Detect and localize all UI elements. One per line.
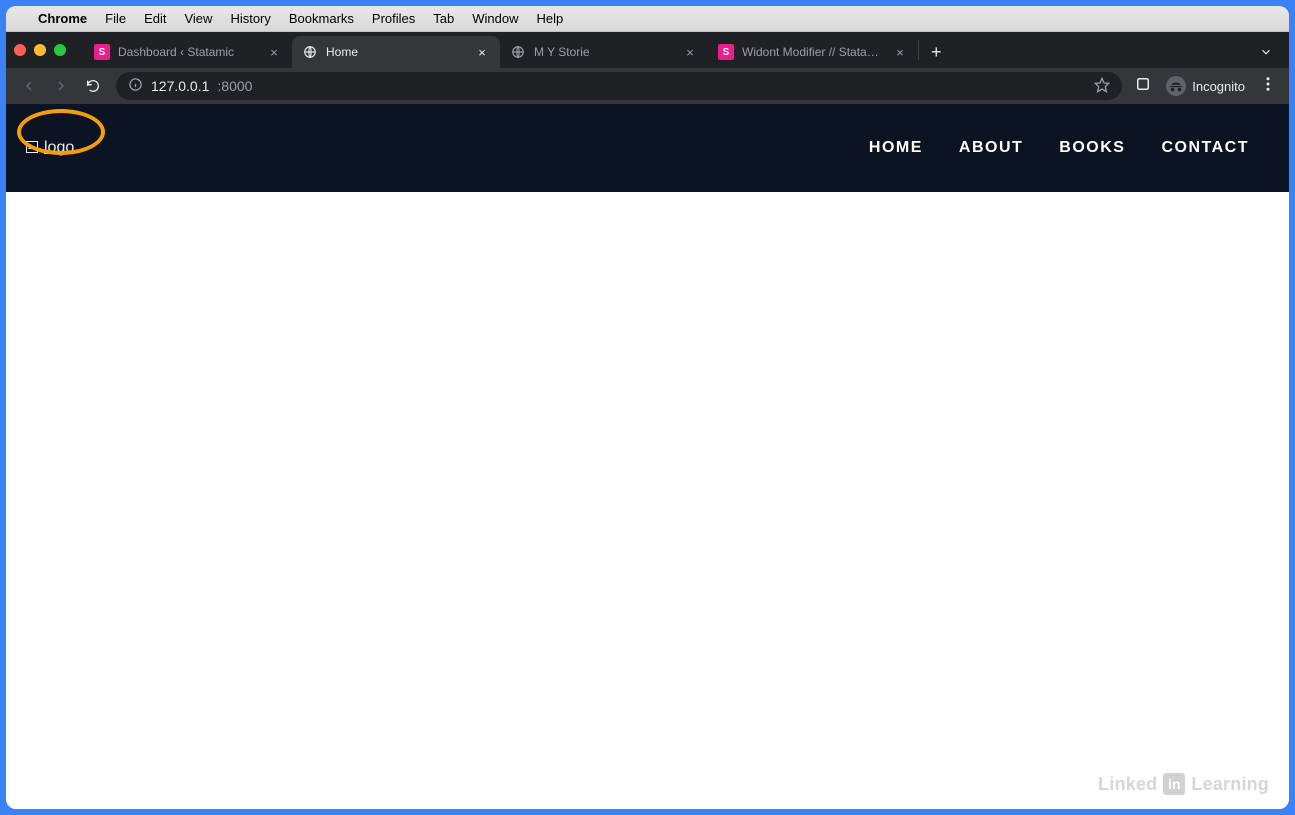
toolbar-right: Incognito xyxy=(1130,74,1281,98)
close-tab-icon[interactable]: × xyxy=(474,46,490,59)
back-button[interactable] xyxy=(20,77,38,95)
chrome-tab-strip: S Dashboard ‹ Statamic × Home × M Y Stor… xyxy=(6,32,1289,68)
extensions-icon[interactable] xyxy=(1134,75,1152,98)
minimize-window-button[interactable] xyxy=(34,44,46,56)
incognito-badge[interactable]: Incognito xyxy=(1162,74,1249,98)
close-tab-icon[interactable]: × xyxy=(266,46,282,59)
watermark-text: Linked xyxy=(1098,774,1157,795)
nav-about[interactable]: ABOUT xyxy=(959,139,1023,157)
tab-dashboard[interactable]: S Dashboard ‹ Statamic × xyxy=(84,36,292,68)
site-header: logo HOME ABOUT BOOKS CONTACT xyxy=(6,104,1289,192)
history-menu[interactable]: History xyxy=(230,11,270,26)
tab-widont[interactable]: S Widont Modifier // Statamic 3 D × xyxy=(708,36,918,68)
window-controls xyxy=(14,32,66,68)
incognito-icon xyxy=(1166,76,1186,96)
bookmark-star-icon[interactable] xyxy=(1094,77,1110,96)
nav-contact[interactable]: CONTACT xyxy=(1161,139,1249,157)
view-menu[interactable]: View xyxy=(184,11,212,26)
statamic-favicon-icon: S xyxy=(718,44,734,60)
chrome-toolbar: 127.0.0.1 :8000 Incognito xyxy=(6,68,1289,104)
tab-title: Dashboard ‹ Statamic xyxy=(118,45,258,59)
help-menu[interactable]: Help xyxy=(537,11,564,26)
nav-buttons xyxy=(14,77,108,95)
tab-home[interactable]: Home × xyxy=(292,36,500,68)
linkedin-in-icon: in xyxy=(1163,773,1185,795)
url-host: 127.0.0.1 xyxy=(151,78,209,94)
watermark-text: Learning xyxy=(1191,774,1269,795)
new-tab-button[interactable]: + xyxy=(919,36,954,68)
forward-button[interactable] xyxy=(52,77,70,95)
tab-title: Home xyxy=(326,45,466,59)
bookmarks-menu[interactable]: Bookmarks xyxy=(289,11,354,26)
chrome-menu-icon[interactable] xyxy=(1259,75,1277,98)
app-menu[interactable]: Chrome xyxy=(38,11,87,26)
close-tab-icon[interactable]: × xyxy=(682,46,698,59)
edit-menu[interactable]: Edit xyxy=(144,11,166,26)
statamic-favicon-icon: S xyxy=(94,44,110,60)
incognito-label: Incognito xyxy=(1192,79,1245,94)
file-menu[interactable]: File xyxy=(105,11,126,26)
tab-title: Widont Modifier // Statamic 3 D xyxy=(742,45,884,59)
site-logo[interactable]: logo xyxy=(26,139,74,157)
nav-books[interactable]: BOOKS xyxy=(1059,139,1125,157)
profiles-menu[interactable]: Profiles xyxy=(372,11,415,26)
macos-menubar: Chrome File Edit View History Bookmarks … xyxy=(6,6,1289,32)
tab-title: M Y Storie xyxy=(534,45,674,59)
globe-favicon-icon xyxy=(302,44,318,60)
reload-button[interactable] xyxy=(84,77,102,95)
fullscreen-window-button[interactable] xyxy=(54,44,66,56)
page-viewport: logo HOME ABOUT BOOKS CONTACT Linked in … xyxy=(6,104,1289,809)
globe-favicon-icon xyxy=(510,44,526,60)
tab-storie[interactable]: M Y Storie × xyxy=(500,36,708,68)
logo-alt-text: logo xyxy=(44,139,74,157)
url-port: :8000 xyxy=(217,78,252,94)
tabs-container: S Dashboard ‹ Statamic × Home × M Y Stor… xyxy=(84,32,954,68)
tabs-overflow-button[interactable] xyxy=(1251,36,1281,68)
address-bar[interactable]: 127.0.0.1 :8000 xyxy=(116,72,1122,100)
window-menu[interactable]: Window xyxy=(472,11,518,26)
site-nav: HOME ABOUT BOOKS CONTACT xyxy=(869,139,1249,157)
broken-image-icon xyxy=(26,141,40,155)
tab-menu[interactable]: Tab xyxy=(433,11,454,26)
linkedin-learning-watermark: Linked in Learning xyxy=(1098,773,1269,795)
close-tab-icon[interactable]: × xyxy=(892,46,908,59)
close-window-button[interactable] xyxy=(14,44,26,56)
site-info-icon[interactable] xyxy=(128,77,143,95)
nav-home[interactable]: HOME xyxy=(869,139,923,157)
